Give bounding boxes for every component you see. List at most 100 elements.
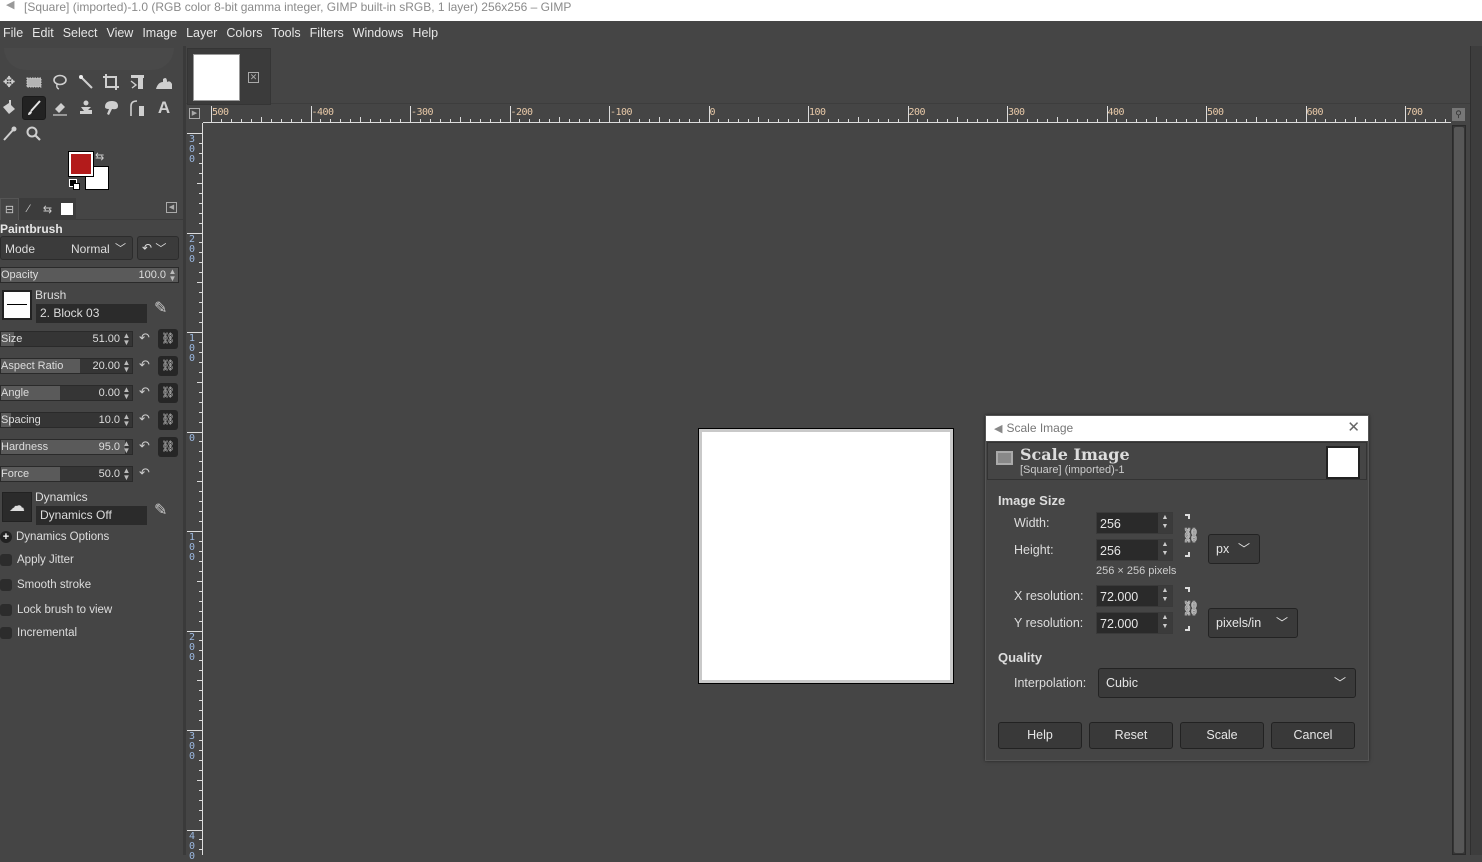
menu-filters[interactable]: Filters	[306, 21, 349, 46]
smooth-stroke-checkbox[interactable]: Smooth stroke	[0, 579, 91, 591]
link-spacing-button[interactable]: ⛓	[158, 410, 178, 430]
mode-reset-dropdown[interactable]: ↶ ﹀	[137, 236, 179, 260]
size-slider[interactable]: Size 51.00 ▲ ▼	[0, 331, 133, 347]
link-aspect-ratio-button[interactable]: ⛓	[158, 356, 178, 376]
edit-dynamics-icon[interactable]: ✎	[154, 500, 167, 520]
menu-image[interactable]: Image	[138, 21, 182, 46]
reset-spacing-icon[interactable]: ↶	[139, 411, 150, 427]
scrollbar-thumb[interactable]	[1454, 127, 1464, 853]
clone-tool-icon[interactable]	[74, 96, 98, 120]
resolution-unit-select[interactable]: pixels/in ﹀	[1208, 608, 1298, 638]
swap-colors-icon[interactable]: ⇆	[95, 150, 104, 163]
menu-windows[interactable]: Windows	[349, 21, 409, 46]
close-icon[interactable]: ✕	[1347, 420, 1360, 435]
tab-tool-options[interactable]: ⊟	[0, 198, 19, 220]
link-angle-button[interactable]: ⛓	[158, 383, 178, 403]
warp-transform-tool-icon[interactable]	[152, 70, 176, 94]
rect-select-tool-icon[interactable]	[22, 70, 46, 94]
brush-name-field[interactable]: 2. Block 03	[36, 304, 147, 323]
chain-link-size-icon[interactable]: ⛓	[1182, 527, 1200, 544]
brush-preview[interactable]	[2, 290, 32, 320]
image-tab[interactable]: ✕	[187, 48, 271, 105]
zoom-image-icon[interactable]: ⚲	[1452, 108, 1465, 121]
eraser-tool-icon[interactable]	[48, 96, 72, 120]
vertical-ruler[interactable]: 300 200 100 0 100 200 300 400	[186, 123, 203, 861]
color-picker-tool-icon[interactable]	[0, 122, 21, 146]
menu-layer[interactable]: Layer	[182, 21, 222, 46]
crop-tool-icon[interactable]	[99, 70, 123, 94]
tab-images[interactable]	[57, 198, 76, 220]
move-tool-icon[interactable]: ✥	[0, 70, 21, 94]
spin-arrows-icon[interactable]: ▲ ▼	[1158, 540, 1172, 560]
reset-aspect-ratio-icon[interactable]: ↶	[139, 357, 150, 373]
dock-menu-icon[interactable]: ◀	[166, 202, 177, 213]
menu-file[interactable]: File	[0, 21, 28, 46]
cancel-button[interactable]: Cancel	[1271, 722, 1355, 749]
spacing-slider[interactable]: Spacing 10.0 ▲ ▼	[0, 412, 133, 428]
menu-tools[interactable]: Tools	[267, 21, 305, 46]
apply-jitter-checkbox[interactable]: Apply Jitter	[0, 554, 74, 566]
menu-edit[interactable]: Edit	[28, 21, 59, 46]
spin-arrows-icon[interactable]: ▲ ▼	[122, 467, 131, 482]
spin-arrows-icon[interactable]: ▲ ▼	[122, 413, 131, 428]
reset-size-icon[interactable]: ↶	[139, 330, 150, 346]
help-button[interactable]: Help	[998, 722, 1082, 749]
spin-arrows-icon[interactable]: ▲ ▼	[168, 268, 177, 283]
dialog-titlebar[interactable]: ◀ Scale Image	[986, 416, 1368, 441]
edit-brush-icon[interactable]: ✎	[154, 298, 167, 318]
width-input[interactable]: 256 ▲ ▼	[1096, 512, 1173, 534]
fuzzy-select-tool-icon[interactable]	[74, 70, 98, 94]
paintbrush-tool-icon[interactable]	[22, 96, 46, 120]
chain-link-resolution-icon[interactable]: ⛓	[1182, 600, 1200, 617]
ruler-minor-tick	[199, 560, 203, 562]
size-unit-select[interactable]: px ﹀	[1208, 534, 1260, 564]
menu-colors[interactable]: Colors	[222, 21, 267, 46]
spin-arrows-icon[interactable]: ▲ ▼	[122, 386, 131, 401]
interpolation-select[interactable]: Cubic ﹀	[1098, 668, 1356, 698]
opacity-slider[interactable]: Opacity 100.0 ▲ ▼	[0, 267, 179, 283]
reset-force-icon[interactable]: ↶	[139, 465, 150, 481]
y-resolution-input[interactable]: 72.000 ▲ ▼	[1096, 612, 1173, 634]
scale-button[interactable]: Scale	[1180, 722, 1264, 749]
height-input[interactable]: 256 ▲ ▼	[1096, 539, 1173, 561]
aspect-ratio-slider[interactable]: Aspect Ratio 20.00 ▲ ▼	[0, 358, 133, 374]
paths-tool-icon[interactable]	[125, 96, 149, 120]
spin-arrows-icon[interactable]: ▲ ▼	[1158, 586, 1172, 606]
free-select-tool-icon[interactable]	[48, 70, 72, 94]
text-tool-icon[interactable]: A	[152, 96, 176, 120]
spin-arrows-icon[interactable]: ▲ ▼	[122, 332, 131, 347]
unified-transform-tool-icon[interactable]	[125, 70, 149, 94]
reset-button[interactable]: Reset	[1089, 722, 1173, 749]
force-slider[interactable]: Force 50.0 ▲ ▼	[0, 466, 133, 482]
vertical-scrollbar[interactable]	[1452, 125, 1466, 855]
incremental-checkbox[interactable]: Incremental	[0, 627, 77, 639]
menu-view[interactable]: View	[102, 21, 138, 46]
dynamics-name-field[interactable]: Dynamics Off	[36, 506, 147, 525]
zoom-tool-icon[interactable]	[22, 122, 46, 146]
spin-arrows-icon[interactable]: ▲ ▼	[1158, 513, 1172, 533]
dynamics-preview[interactable]: ☁	[2, 492, 32, 522]
spin-arrows-icon[interactable]: ▲ ▼	[122, 440, 131, 455]
link-hardness-button[interactable]: ⛓	[158, 437, 178, 457]
lock-brush-to-view-checkbox[interactable]: Lock brush to view	[0, 604, 112, 616]
menu-help[interactable]: Help	[408, 21, 443, 46]
close-tab-icon[interactable]: ✕	[248, 72, 259, 83]
reset-hardness-icon[interactable]: ↶	[139, 438, 150, 454]
quick-mask-toggle-icon[interactable]: ▶	[189, 108, 200, 119]
mode-select[interactable]: Mode Normal ﹀	[0, 236, 133, 260]
x-resolution-input[interactable]: 72.000 ▲ ▼	[1096, 585, 1173, 607]
link-size-button[interactable]: ⛓	[158, 329, 178, 349]
angle-slider[interactable]: Angle 0.00 ▲ ▼	[0, 385, 133, 401]
horizontal-ruler[interactable]: 500 -400 -300 -200 -100 0 100 200 300 400 500 600 70…	[203, 105, 1451, 123]
menu-select[interactable]: Select	[59, 21, 103, 46]
reset-angle-icon[interactable]: ↶	[139, 384, 150, 400]
tab-undo-history[interactable]: ⇆	[38, 198, 57, 220]
smudge-tool-icon[interactable]	[99, 96, 123, 120]
spin-arrows-icon[interactable]: ▲ ▼	[1158, 613, 1172, 633]
hardness-slider[interactable]: Hardness 95.0 ▲ ▼	[0, 439, 133, 455]
tab-device-status[interactable]: ⁄	[19, 198, 38, 220]
bucket-fill-tool-icon[interactable]	[0, 96, 21, 120]
dynamics-options-expander[interactable]: + Dynamics Options	[0, 531, 109, 543]
spin-arrows-icon[interactable]: ▲ ▼	[122, 359, 131, 374]
foreground-color-swatch[interactable]	[68, 151, 94, 177]
